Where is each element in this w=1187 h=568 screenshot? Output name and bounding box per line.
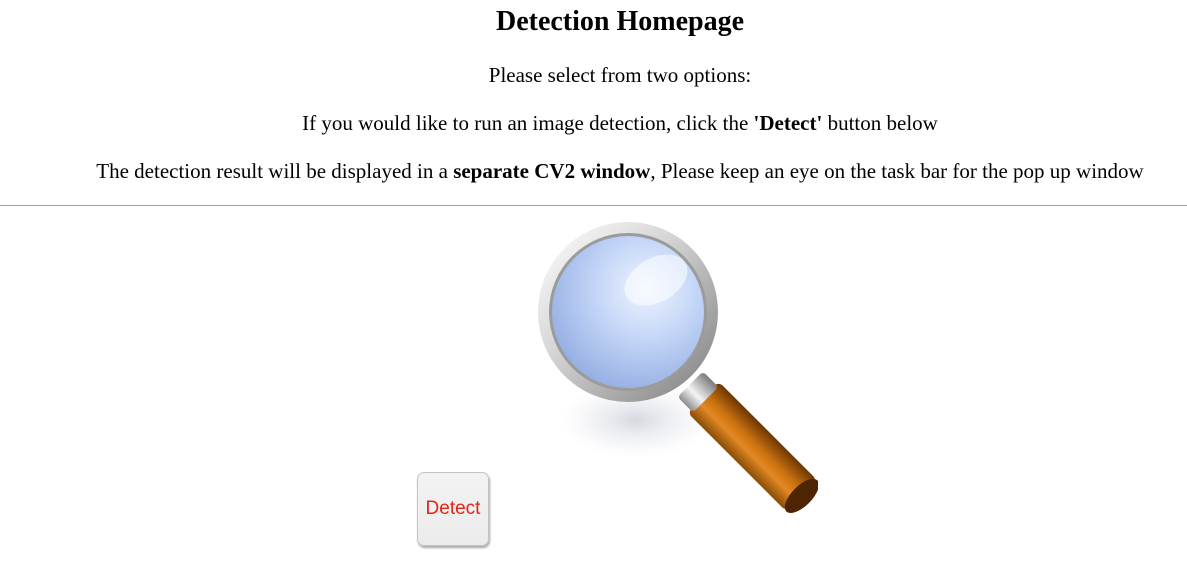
horizontal-divider [0, 205, 1187, 206]
instructions-line-1: Please select from two options: [488, 63, 752, 87]
detection-homepage: Detection Homepage Please select from tw… [0, 0, 1187, 568]
instructions-line-2: If you would like to run an image detect… [0, 110, 1187, 136]
instructions-line-3: The detection result will be displayed i… [0, 158, 1187, 184]
cv2-window-emphasis: separate CV2 window [453, 159, 651, 183]
detect-emphasis: 'Detect' [753, 111, 823, 135]
magnifying-glass-icon [538, 222, 818, 513]
instructions-line-3-text: The detection result will be displayed i… [96, 159, 454, 183]
page-title: Detection Homepage [495, 6, 745, 37]
instructions-line-2-text: If you would like to run an image detect… [302, 111, 754, 135]
instructions-line-2-tail: button below [822, 111, 938, 135]
detect-button[interactable]: Detect [417, 472, 489, 546]
instructions-line-3-tail: , Please keep an eye on the task bar for… [650, 159, 1144, 183]
